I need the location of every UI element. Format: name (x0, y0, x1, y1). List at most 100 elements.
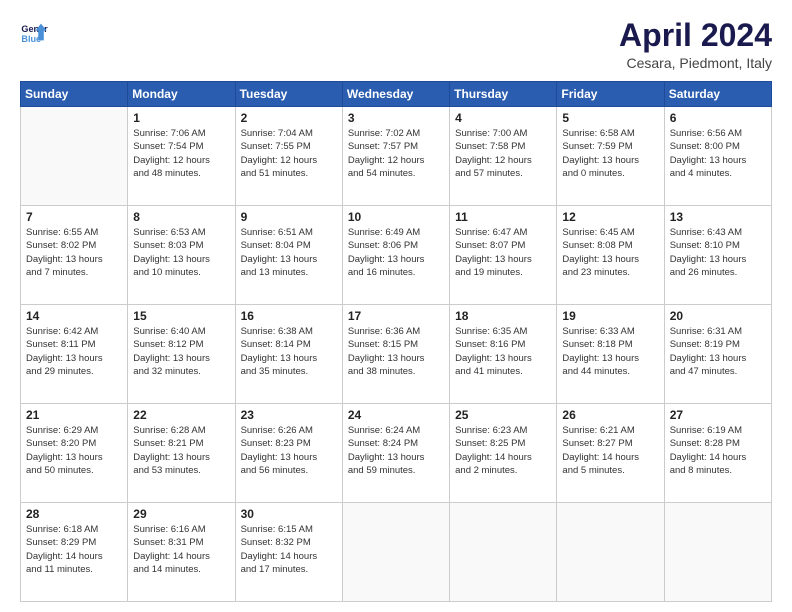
day-info: Sunrise: 6:16 AM Sunset: 8:31 PM Dayligh… (133, 523, 229, 576)
day-number: 16 (241, 309, 337, 323)
title-block: April 2024 Cesara, Piedmont, Italy (619, 18, 772, 71)
table-row (557, 503, 664, 602)
logo: General Blue (20, 18, 48, 46)
day-number: 15 (133, 309, 229, 323)
table-row: 13 Sunrise: 6:43 AM Sunset: 8:10 PM Dayli… (664, 206, 771, 305)
table-row (342, 503, 449, 602)
table-row: 6Sunrise: 6:56 AM Sunset: 8:00 PM Daylig… (664, 107, 771, 206)
day-info: Sunrise: 6:56 AM Sunset: 8:00 PM Dayligh… (670, 127, 766, 180)
day-number: 30 (241, 507, 337, 521)
table-row: 2 Sunrise: 7:04 AM Sunset: 7:55 PM Daylig… (235, 107, 342, 206)
table-row: 30 Sunrise: 6:15 AM Sunset: 8:32 PM Dayli… (235, 503, 342, 602)
day-number: 3 (348, 111, 444, 125)
day-info: Sunrise: 6:47 AM Sunset: 8:07 PM Dayligh… (455, 226, 551, 279)
day-number: 18 (455, 309, 551, 323)
day-info: Sunrise: 6:33 AM Sunset: 8:18 PM Dayligh… (562, 325, 658, 378)
table-row: 20 Sunrise: 6:31 AM Sunset: 8:19 PM Dayli… (664, 305, 771, 404)
table-row (21, 107, 128, 206)
table-row: 15 Sunrise: 6:40 AM Sunset: 8:12 PM Dayli… (128, 305, 235, 404)
day-info: Sunrise: 6:43 AM Sunset: 8:10 PM Dayligh… (670, 226, 766, 279)
week-row-1: 1 Sunrise: 7:06 AM Sunset: 7:54 PM Daylig… (21, 107, 772, 206)
table-row: 9Sunrise: 6:51 AM Sunset: 8:04 PM Daylig… (235, 206, 342, 305)
table-row (450, 503, 557, 602)
table-row (664, 503, 771, 602)
header-saturday: Saturday (664, 82, 771, 107)
day-number: 4 (455, 111, 551, 125)
page: General Blue April 2024 Cesara, Piedmont… (0, 0, 792, 612)
header-tuesday: Tuesday (235, 82, 342, 107)
table-row: 19 Sunrise: 6:33 AM Sunset: 8:18 PM Dayli… (557, 305, 664, 404)
day-info: Sunrise: 6:23 AM Sunset: 8:25 PM Dayligh… (455, 424, 551, 477)
day-number: 29 (133, 507, 229, 521)
table-row: 22 Sunrise: 6:28 AM Sunset: 8:21 PM Dayli… (128, 404, 235, 503)
day-number: 26 (562, 408, 658, 422)
day-number: 13 (670, 210, 766, 224)
header-friday: Friday (557, 82, 664, 107)
header-thursday: Thursday (450, 82, 557, 107)
day-info: Sunrise: 6:29 AM Sunset: 8:20 PM Dayligh… (26, 424, 122, 477)
day-info: Sunrise: 6:28 AM Sunset: 8:21 PM Dayligh… (133, 424, 229, 477)
day-info: Sunrise: 6:31 AM Sunset: 8:19 PM Dayligh… (670, 325, 766, 378)
day-number: 14 (26, 309, 122, 323)
day-info: Sunrise: 6:42 AM Sunset: 8:11 PM Dayligh… (26, 325, 122, 378)
table-row: 7Sunrise: 6:55 AM Sunset: 8:02 PM Daylig… (21, 206, 128, 305)
table-row: 23 Sunrise: 6:26 AM Sunset: 8:23 PM Dayli… (235, 404, 342, 503)
day-number: 28 (26, 507, 122, 521)
calendar-table: Sunday Monday Tuesday Wednesday Thursday… (20, 81, 772, 602)
table-row: 25 Sunrise: 6:23 AM Sunset: 8:25 PM Dayli… (450, 404, 557, 503)
day-info: Sunrise: 7:06 AM Sunset: 7:54 PM Dayligh… (133, 127, 229, 180)
day-number: 7 (26, 210, 122, 224)
day-number: 19 (562, 309, 658, 323)
day-info: Sunrise: 6:35 AM Sunset: 8:16 PM Dayligh… (455, 325, 551, 378)
table-row: 18 Sunrise: 6:35 AM Sunset: 8:16 PM Dayli… (450, 305, 557, 404)
day-number: 1 (133, 111, 229, 125)
header-monday: Monday (128, 82, 235, 107)
table-row: 16 Sunrise: 6:38 AM Sunset: 8:14 PM Dayli… (235, 305, 342, 404)
week-row-3: 14 Sunrise: 6:42 AM Sunset: 8:11 PM Dayli… (21, 305, 772, 404)
day-number: 8 (133, 210, 229, 224)
day-number: 27 (670, 408, 766, 422)
weekday-header-row: Sunday Monday Tuesday Wednesday Thursday… (21, 82, 772, 107)
table-row: 5 Sunrise: 6:58 AM Sunset: 7:59 PM Daylig… (557, 107, 664, 206)
day-info: Sunrise: 6:18 AM Sunset: 8:29 PM Dayligh… (26, 523, 122, 576)
day-info: Sunrise: 6:26 AM Sunset: 8:23 PM Dayligh… (241, 424, 337, 477)
table-row: 21 Sunrise: 6:29 AM Sunset: 8:20 PM Dayli… (21, 404, 128, 503)
day-info: Sunrise: 7:00 AM Sunset: 7:58 PM Dayligh… (455, 127, 551, 180)
day-info: Sunrise: 6:53 AM Sunset: 8:03 PM Dayligh… (133, 226, 229, 279)
day-info: Sunrise: 7:04 AM Sunset: 7:55 PM Dayligh… (241, 127, 337, 180)
day-number: 17 (348, 309, 444, 323)
day-info: Sunrise: 6:36 AM Sunset: 8:15 PM Dayligh… (348, 325, 444, 378)
day-info: Sunrise: 6:58 AM Sunset: 7:59 PM Dayligh… (562, 127, 658, 180)
month-title: April 2024 (619, 18, 772, 53)
day-info: Sunrise: 6:19 AM Sunset: 8:28 PM Dayligh… (670, 424, 766, 477)
day-number: 22 (133, 408, 229, 422)
day-number: 11 (455, 210, 551, 224)
table-row: 28 Sunrise: 6:18 AM Sunset: 8:29 PM Dayli… (21, 503, 128, 602)
day-number: 9 (241, 210, 337, 224)
day-number: 2 (241, 111, 337, 125)
day-info: Sunrise: 6:15 AM Sunset: 8:32 PM Dayligh… (241, 523, 337, 576)
logo-icon: General Blue (20, 18, 48, 46)
day-number: 25 (455, 408, 551, 422)
day-info: Sunrise: 6:45 AM Sunset: 8:08 PM Dayligh… (562, 226, 658, 279)
day-number: 20 (670, 309, 766, 323)
svg-text:Blue: Blue (21, 34, 41, 44)
week-row-5: 28 Sunrise: 6:18 AM Sunset: 8:29 PM Dayli… (21, 503, 772, 602)
day-number: 10 (348, 210, 444, 224)
day-info: Sunrise: 6:49 AM Sunset: 8:06 PM Dayligh… (348, 226, 444, 279)
table-row: 3Sunrise: 7:02 AM Sunset: 7:57 PM Daylig… (342, 107, 449, 206)
table-row: 17 Sunrise: 6:36 AM Sunset: 8:15 PM Dayli… (342, 305, 449, 404)
table-row: 12 Sunrise: 6:45 AM Sunset: 8:08 PM Dayli… (557, 206, 664, 305)
day-number: 12 (562, 210, 658, 224)
header-sunday: Sunday (21, 82, 128, 107)
day-info: Sunrise: 6:38 AM Sunset: 8:14 PM Dayligh… (241, 325, 337, 378)
table-row: 29 Sunrise: 6:16 AM Sunset: 8:31 PM Dayli… (128, 503, 235, 602)
day-number: 24 (348, 408, 444, 422)
table-row: 14 Sunrise: 6:42 AM Sunset: 8:11 PM Dayli… (21, 305, 128, 404)
day-info: Sunrise: 6:40 AM Sunset: 8:12 PM Dayligh… (133, 325, 229, 378)
day-number: 5 (562, 111, 658, 125)
day-number: 21 (26, 408, 122, 422)
table-row: 1 Sunrise: 7:06 AM Sunset: 7:54 PM Daylig… (128, 107, 235, 206)
header: General Blue April 2024 Cesara, Piedmont… (20, 18, 772, 71)
day-number: 23 (241, 408, 337, 422)
